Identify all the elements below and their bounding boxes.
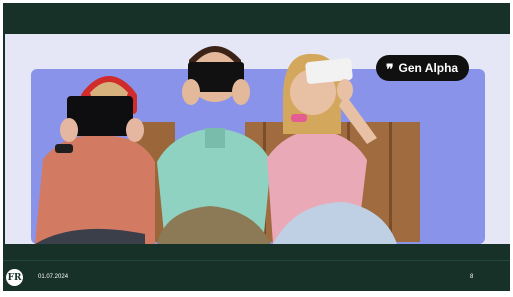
slide-content: ❞ Gen Alpha <box>5 34 510 244</box>
company-logo: FR <box>6 269 23 286</box>
tag-label: Gen Alpha <box>398 61 459 75</box>
slide-footer: FR 01.07.2024 8 <box>3 266 510 291</box>
child-middle <box>157 46 271 244</box>
footer-divider <box>3 260 510 261</box>
child-left <box>35 76 155 244</box>
slide-date: 01.07.2024 <box>38 274 69 280</box>
page-number: 8 <box>470 274 474 280</box>
gen-alpha-tag: ❞ Gen Alpha <box>376 55 470 81</box>
presentation-slide: ❞ Gen Alpha FR 01.07.2024 8 <box>3 3 510 291</box>
quote-icon: ❞ <box>386 61 394 78</box>
